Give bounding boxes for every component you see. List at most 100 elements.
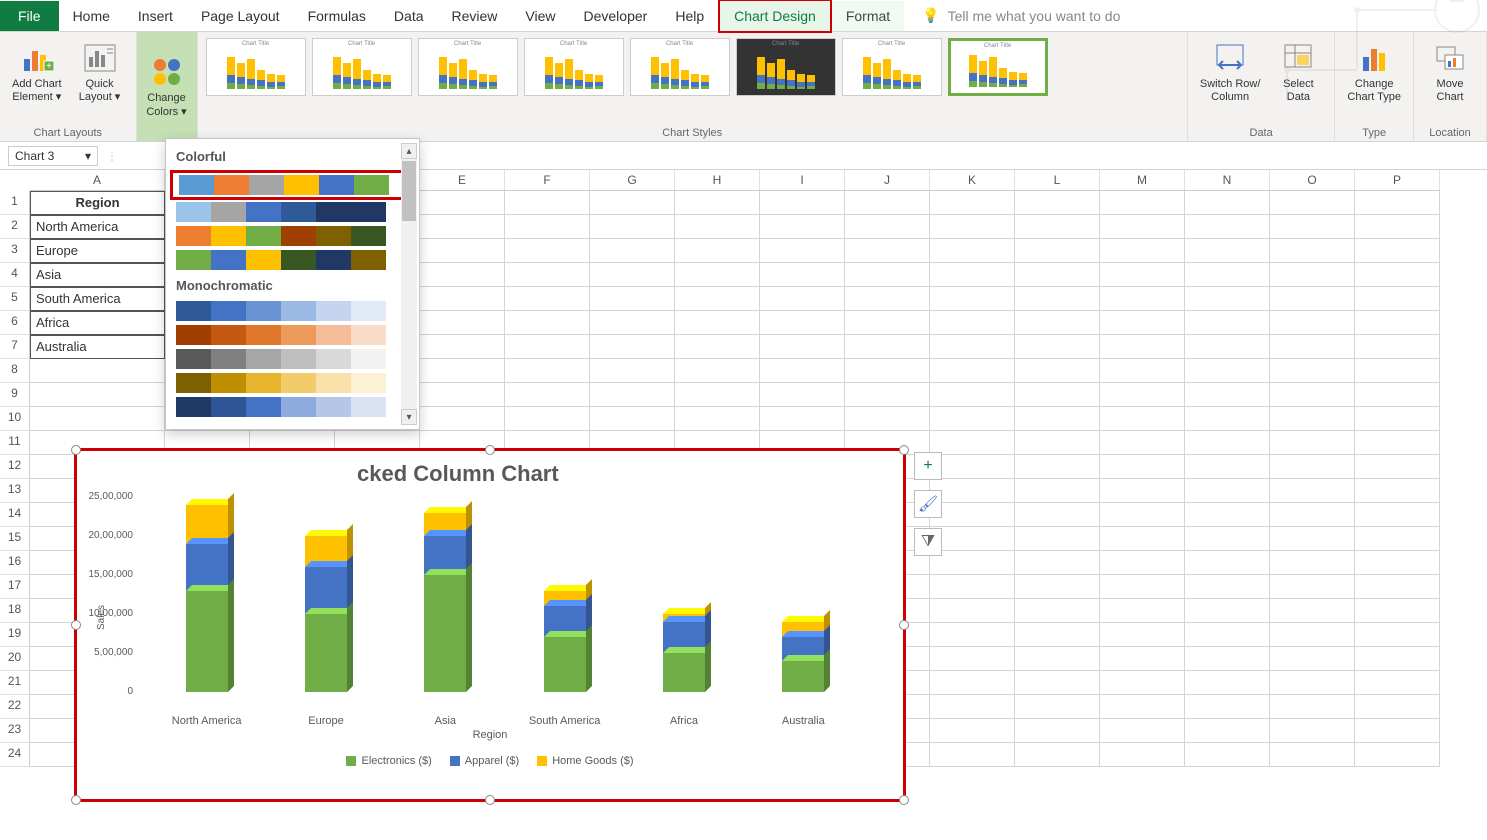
row-header-4[interactable]: 4 xyxy=(0,263,30,287)
cell[interactable] xyxy=(1185,383,1270,407)
cell[interactable] xyxy=(845,407,930,431)
cell[interactable] xyxy=(675,239,760,263)
cell[interactable] xyxy=(1100,479,1185,503)
column-header-I[interactable]: I xyxy=(760,170,845,191)
embedded-chart[interactable]: cked Column Chart Sales 25,00,00020,00,0… xyxy=(74,448,906,802)
row-header-6[interactable]: 6 xyxy=(0,311,30,335)
tab-view[interactable]: View xyxy=(511,1,569,31)
color-palette-option[interactable] xyxy=(166,299,419,323)
color-palette-option[interactable] xyxy=(166,224,419,248)
cell[interactable] xyxy=(1015,575,1100,599)
cell[interactable] xyxy=(1015,407,1100,431)
row-header-14[interactable]: 14 xyxy=(0,503,30,527)
cell[interactable] xyxy=(30,407,165,431)
cell[interactable] xyxy=(1185,191,1270,215)
row-header-5[interactable]: 5 xyxy=(0,287,30,311)
cell[interactable] xyxy=(1015,383,1100,407)
cell[interactable] xyxy=(675,335,760,359)
cell[interactable] xyxy=(1355,431,1440,455)
cell[interactable] xyxy=(1185,671,1270,695)
cell[interactable] xyxy=(1015,695,1100,719)
cell[interactable] xyxy=(505,311,590,335)
tab-file[interactable]: File xyxy=(0,1,59,31)
chart-styles-button[interactable]: 🖌 xyxy=(914,490,942,518)
row-header-9[interactable]: 9 xyxy=(0,383,30,407)
cell[interactable] xyxy=(1355,383,1440,407)
cell[interactable] xyxy=(505,215,590,239)
cell[interactable] xyxy=(845,263,930,287)
row-header-18[interactable]: 18 xyxy=(0,599,30,623)
cell[interactable] xyxy=(930,431,1015,455)
cell[interactable] xyxy=(1100,215,1185,239)
cell[interactable] xyxy=(675,215,760,239)
cell[interactable] xyxy=(845,287,930,311)
cell[interactable] xyxy=(1270,263,1355,287)
cell[interactable] xyxy=(1015,503,1100,527)
cell[interactable] xyxy=(420,383,505,407)
cell[interactable] xyxy=(505,287,590,311)
cell[interactable] xyxy=(420,191,505,215)
cell[interactable] xyxy=(1270,287,1355,311)
cell[interactable] xyxy=(420,287,505,311)
tab-format[interactable]: Format xyxy=(832,1,904,31)
cell[interactable] xyxy=(1100,743,1185,767)
cell[interactable] xyxy=(1100,695,1185,719)
chart-style-thumb-3[interactable]: Chart Title xyxy=(418,38,518,96)
cell[interactable] xyxy=(845,215,930,239)
cell[interactable] xyxy=(1270,671,1355,695)
cell[interactable] xyxy=(420,239,505,263)
row-header-13[interactable]: 13 xyxy=(0,479,30,503)
cell[interactable]: Region xyxy=(30,191,165,215)
cell[interactable] xyxy=(1015,359,1100,383)
row-header-10[interactable]: 10 xyxy=(0,407,30,431)
cell[interactable] xyxy=(1100,359,1185,383)
cell[interactable] xyxy=(1015,335,1100,359)
cell[interactable] xyxy=(1015,311,1100,335)
cell[interactable] xyxy=(1100,455,1185,479)
cell[interactable] xyxy=(1185,263,1270,287)
row-header-23[interactable]: 23 xyxy=(0,719,30,743)
cell[interactable] xyxy=(420,335,505,359)
cell[interactable] xyxy=(1185,743,1270,767)
cell[interactable] xyxy=(1270,359,1355,383)
cell[interactable] xyxy=(1100,551,1185,575)
cell[interactable] xyxy=(1270,215,1355,239)
cell[interactable] xyxy=(1100,623,1185,647)
cell[interactable] xyxy=(1185,551,1270,575)
cell[interactable] xyxy=(845,239,930,263)
cell[interactable] xyxy=(1355,599,1440,623)
cell[interactable] xyxy=(1270,623,1355,647)
chart-bar[interactable] xyxy=(663,614,705,692)
cell[interactable] xyxy=(675,191,760,215)
cell[interactable] xyxy=(845,359,930,383)
cell[interactable]: Africa xyxy=(30,311,165,335)
row-header-20[interactable]: 20 xyxy=(0,647,30,671)
chart-style-thumb-6[interactable]: Chart Title xyxy=(736,38,836,96)
column-header-H[interactable]: H xyxy=(675,170,760,191)
cell[interactable] xyxy=(1270,239,1355,263)
cell[interactable] xyxy=(1355,743,1440,767)
cell[interactable] xyxy=(1355,623,1440,647)
cell[interactable] xyxy=(1185,215,1270,239)
cell[interactable] xyxy=(1015,191,1100,215)
cell[interactable] xyxy=(1185,359,1270,383)
cell[interactable] xyxy=(1015,287,1100,311)
cell[interactable] xyxy=(1100,575,1185,599)
chart-style-thumb-4[interactable]: Chart Title xyxy=(524,38,624,96)
cell[interactable] xyxy=(1355,335,1440,359)
row-header-7[interactable]: 7 xyxy=(0,335,30,359)
cell[interactable] xyxy=(1100,239,1185,263)
cell[interactable] xyxy=(930,359,1015,383)
cell[interactable] xyxy=(1270,527,1355,551)
cell[interactable] xyxy=(30,359,165,383)
column-header-O[interactable]: O xyxy=(1270,170,1355,191)
cell[interactable] xyxy=(1355,263,1440,287)
cell[interactable] xyxy=(1355,479,1440,503)
cell[interactable] xyxy=(930,287,1015,311)
cell[interactable] xyxy=(760,191,845,215)
cell[interactable] xyxy=(760,407,845,431)
cell[interactable] xyxy=(675,263,760,287)
cell[interactable] xyxy=(1015,623,1100,647)
scroll-up-icon[interactable]: ▴ xyxy=(401,143,417,159)
column-header-F[interactable]: F xyxy=(505,170,590,191)
